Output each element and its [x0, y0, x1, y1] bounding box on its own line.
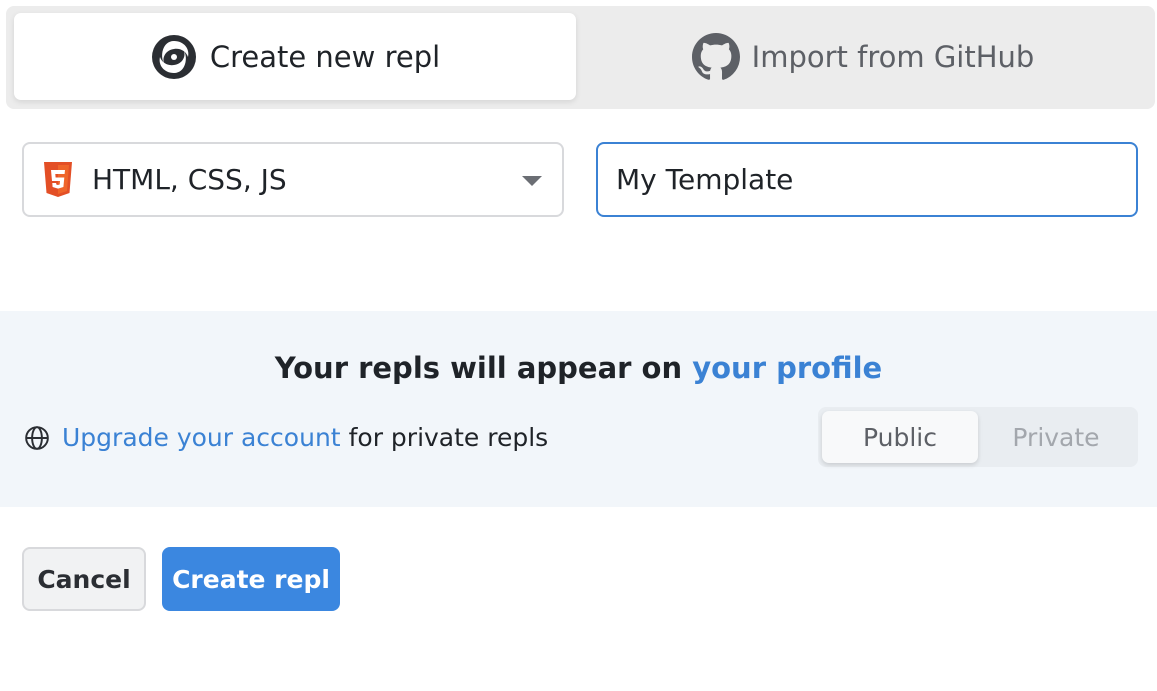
chevron-down-icon: [522, 176, 542, 186]
visibility-private-option[interactable]: Private: [978, 411, 1134, 463]
html5-icon: [44, 161, 72, 197]
privacy-panel: Your repls will appear on your profile U…: [0, 311, 1157, 507]
cancel-button[interactable]: Cancel: [22, 547, 146, 611]
tab-import-label: Import from GitHub: [751, 39, 1035, 74]
template-select-value: HTML, CSS, JS: [92, 163, 287, 196]
tab-create-new-repl[interactable]: Create new repl: [14, 13, 576, 100]
your-profile-link[interactable]: your profile: [692, 351, 882, 385]
repl-mode-tabs: Create new repl Import from GitHub: [6, 6, 1155, 109]
upgrade-suffix-text: for private repls: [348, 423, 549, 452]
profile-notice: Your repls will appear on your profile: [0, 351, 1157, 385]
globe-icon: [25, 425, 49, 450]
template-select[interactable]: HTML, CSS, JS: [22, 142, 564, 217]
upgrade-account-link[interactable]: Upgrade your account: [62, 423, 341, 452]
create-repl-button[interactable]: Create repl: [162, 547, 340, 611]
visibility-toggle: Public Private: [818, 407, 1138, 467]
tab-import-from-github[interactable]: Import from GitHub: [576, 13, 1150, 100]
replit-spiral-icon: [151, 34, 196, 79]
repl-title-input[interactable]: [596, 142, 1138, 217]
github-icon: [691, 32, 740, 80]
upgrade-row: Upgrade your account for private repls: [24, 423, 548, 452]
visibility-public-option[interactable]: Public: [822, 411, 978, 463]
tab-create-label: Create new repl: [209, 39, 441, 74]
profile-notice-text: Your repls will appear on: [274, 351, 683, 385]
